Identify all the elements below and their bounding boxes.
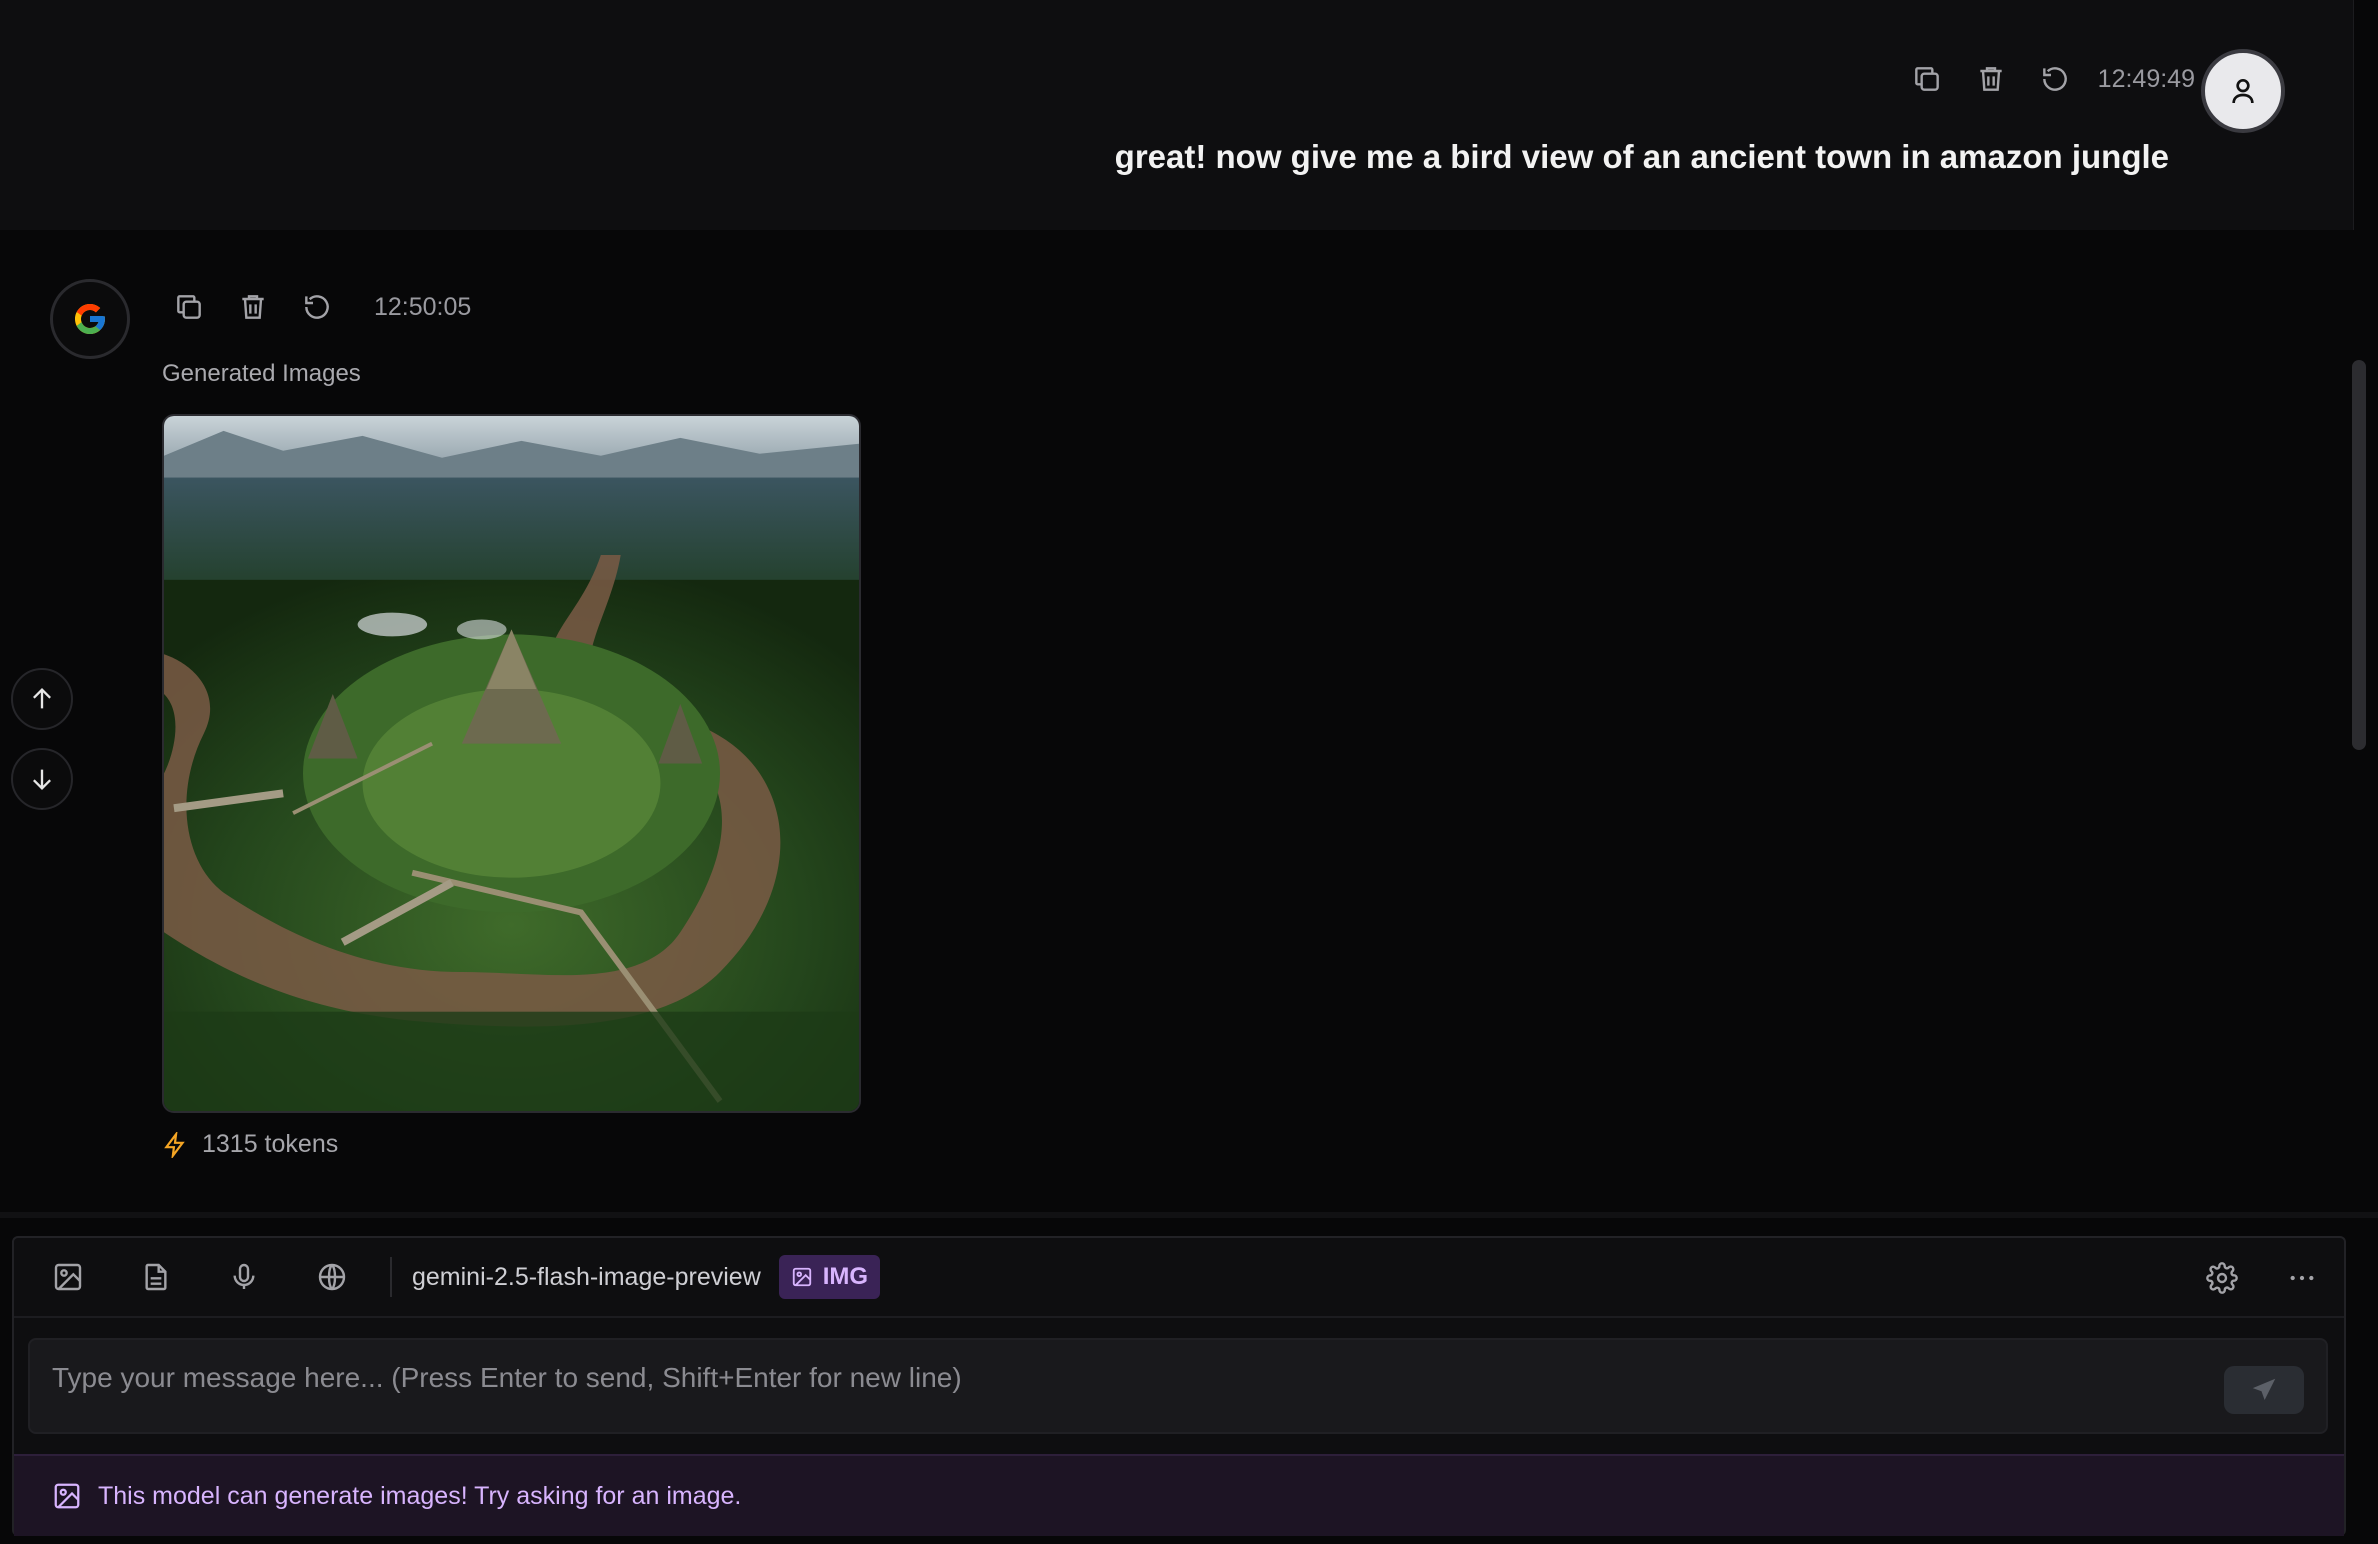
composer-toolbar: gemini-2.5-flash-image-preview IMG: [14, 1238, 2344, 1318]
image-generation-hint: This model can generate images! Try aski…: [14, 1454, 2344, 1536]
settings-icon[interactable]: [2192, 1248, 2252, 1308]
image-icon[interactable]: [38, 1247, 98, 1307]
user-message: 12:49:49 great! now give me a bird view …: [0, 0, 2354, 230]
message-input-wrapper: [28, 1338, 2328, 1434]
generated-images-label: Generated Images: [162, 360, 361, 387]
model-selector[interactable]: gemini-2.5-flash-image-preview: [412, 1263, 761, 1292]
composer-separator: [0, 1212, 2378, 1218]
more-icon[interactable]: [2272, 1248, 2332, 1308]
retry-icon[interactable]: [2034, 58, 2076, 100]
message-composer: gemini-2.5-flash-image-preview IMG Type …: [12, 1236, 2346, 1536]
hint-text: This model can generate images! Try aski…: [98, 1481, 742, 1510]
send-icon: [2252, 1378, 2276, 1400]
assistant-message-actions: 12:50:05: [168, 286, 471, 328]
google-g-icon: [75, 304, 105, 334]
user-message-actions: 12:49:49: [1906, 58, 2195, 100]
message-input[interactable]: [30, 1350, 2190, 1406]
toolbar-right: [2192, 1248, 2332, 1308]
document-icon[interactable]: [126, 1247, 186, 1307]
user-avatar: [2201, 49, 2285, 133]
img-capability-badge: IMG: [778, 1255, 881, 1299]
arrow-up-icon: [33, 688, 51, 709]
retry-icon[interactable]: [296, 286, 338, 328]
assistant-avatar: [50, 279, 130, 359]
scrollbar-thumb[interactable]: [2352, 360, 2366, 750]
copy-icon[interactable]: [168, 286, 210, 328]
lightning-icon: [164, 1131, 185, 1158]
img-badge-label: IMG: [822, 1263, 869, 1290]
token-count: 1315 tokens: [162, 1130, 338, 1159]
image-icon: [792, 1267, 811, 1287]
arrow-down-icon: [33, 769, 51, 790]
microphone-icon[interactable]: [214, 1247, 274, 1307]
scroll-up-button[interactable]: [11, 668, 73, 730]
chat-app: 12:49:49 great! now give me a bird view …: [0, 0, 2378, 1544]
user-message-text: great! now give me a bird view of an anc…: [1114, 138, 2169, 175]
generated-image[interactable]: [162, 414, 861, 1113]
user-message-timestamp: 12:49:49: [2097, 64, 2195, 93]
toolbar-divider: [390, 1257, 392, 1297]
copy-icon[interactable]: [1906, 58, 1948, 100]
assistant-message-timestamp: 12:50:05: [374, 292, 472, 321]
trash-icon[interactable]: [1970, 58, 2012, 100]
user-icon: [2232, 79, 2254, 104]
image-icon: [54, 1483, 80, 1509]
token-count-text: 1315 tokens: [202, 1130, 339, 1158]
scroll-down-button[interactable]: [11, 748, 73, 810]
trash-icon[interactable]: [232, 286, 274, 328]
send-button[interactable]: [2224, 1366, 2304, 1414]
globe-icon[interactable]: [302, 1247, 362, 1307]
